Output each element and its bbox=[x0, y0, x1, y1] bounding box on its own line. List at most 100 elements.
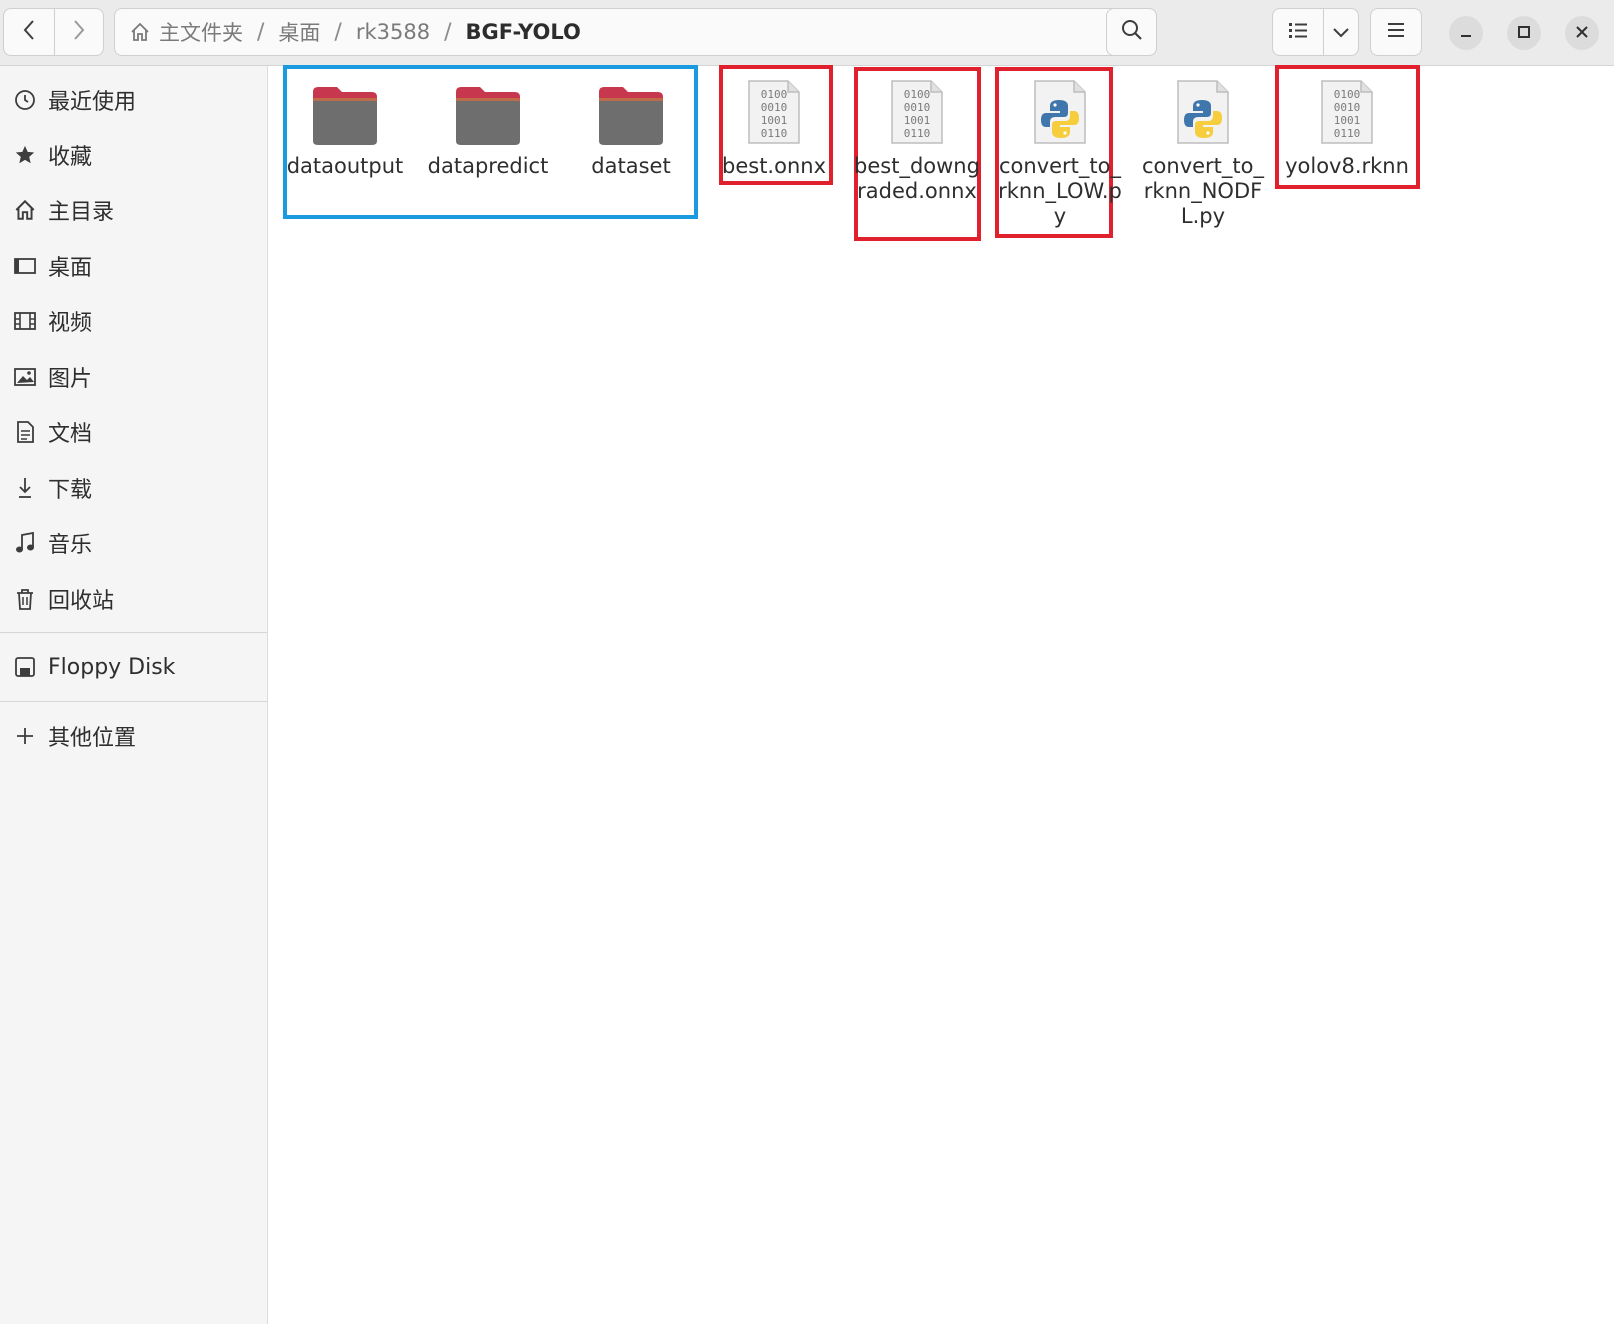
sidebar-item-label: 图片 bbox=[48, 367, 93, 392]
maximize-button[interactable] bbox=[1507, 16, 1541, 50]
breadcrumb-desktop[interactable]: 桌面 bbox=[278, 17, 320, 47]
chevron-left-icon bbox=[22, 19, 36, 45]
sidebar-item-label: 视频 bbox=[48, 311, 93, 336]
sidebar-item-music[interactable]: 音乐 bbox=[0, 518, 267, 568]
svg-text:0110: 0110 bbox=[904, 127, 931, 140]
svg-text:1001: 1001 bbox=[904, 114, 931, 127]
sidebar: 最近使用 收藏 主目录 桌面 视频 图片 文档 下载 音乐 回收站 Floppy… bbox=[0, 66, 268, 1324]
sidebar-item-recent[interactable]: 最近使用 bbox=[0, 75, 267, 125]
floppy-disk-icon bbox=[11, 653, 39, 681]
sidebar-item-desktop[interactable]: 桌面 bbox=[0, 241, 267, 291]
svg-text:1001: 1001 bbox=[761, 114, 788, 127]
sidebar-item-videos[interactable]: 视频 bbox=[0, 296, 267, 346]
list-view-icon bbox=[1287, 20, 1309, 44]
sidebar-item-label: 其他位置 bbox=[48, 726, 137, 751]
folder-icon bbox=[597, 76, 665, 146]
sidebar-item-starred[interactable]: 收藏 bbox=[0, 130, 267, 180]
hamburger-menu-icon bbox=[1386, 21, 1406, 43]
file-item-dataoutput[interactable]: dataoutput bbox=[280, 76, 410, 179]
file-item-best-downgraded-onnx[interactable]: 0100 0010 1001 0110 best_downgraded.onnx bbox=[852, 76, 982, 204]
main-menu-button[interactable] bbox=[1370, 8, 1422, 56]
file-name: datapredict bbox=[427, 154, 549, 178]
breadcrumb-current[interactable]: BGF-YOLO bbox=[466, 20, 581, 44]
search-button[interactable] bbox=[1106, 8, 1157, 56]
binary-file-icon: 0100 0010 1001 0110 bbox=[746, 76, 802, 146]
sidebar-item-home[interactable]: 主目录 bbox=[0, 185, 267, 235]
sidebar-divider bbox=[0, 632, 267, 633]
svg-text:0100: 0100 bbox=[761, 88, 788, 101]
music-icon bbox=[11, 529, 39, 557]
sidebar-item-label: 收藏 bbox=[48, 145, 93, 170]
file-item-convert-to-rknn-low[interactable]: convert_to_rknn_LOW.py bbox=[995, 76, 1125, 229]
document-icon bbox=[11, 418, 39, 446]
sidebar-item-floppy-disk[interactable]: Floppy Disk bbox=[0, 642, 267, 692]
file-item-best-onnx[interactable]: 0100 0010 1001 0110 best.onnx bbox=[709, 76, 839, 179]
file-item-convert-to-rknn-nodfl[interactable]: convert_to_rknn_NODFL.py bbox=[1138, 76, 1268, 229]
star-icon bbox=[11, 141, 39, 169]
plus-icon bbox=[11, 722, 39, 750]
sidebar-item-documents[interactable]: 文档 bbox=[0, 407, 267, 457]
file-item-dataset[interactable]: dataset bbox=[566, 76, 696, 179]
home-icon bbox=[11, 196, 39, 224]
breadcrumb-separator: / bbox=[444, 19, 452, 45]
forward-button[interactable] bbox=[53, 9, 104, 55]
image-icon bbox=[11, 363, 39, 391]
navigation-buttons bbox=[3, 8, 104, 56]
file-name: dataset bbox=[591, 154, 671, 178]
list-view-button[interactable] bbox=[1273, 9, 1324, 55]
python-file-icon bbox=[1175, 76, 1231, 146]
minimize-icon bbox=[1459, 24, 1473, 43]
download-icon bbox=[11, 474, 39, 502]
sidebar-item-label: 文档 bbox=[48, 422, 93, 447]
sidebar-item-downloads[interactable]: 下载 bbox=[0, 463, 267, 513]
breadcrumb-separator: / bbox=[257, 19, 265, 45]
sidebar-item-other-locations[interactable]: 其他位置 bbox=[0, 711, 267, 761]
home-icon bbox=[129, 21, 151, 43]
file-name: yolov8.rknn bbox=[1285, 154, 1409, 178]
close-button[interactable] bbox=[1565, 16, 1599, 50]
svg-text:0010: 0010 bbox=[761, 101, 788, 114]
svg-text:1001: 1001 bbox=[1334, 114, 1361, 127]
file-name: convert_to_rknn_LOW.py bbox=[998, 154, 1122, 228]
breadcrumb: 主文件夹 / 桌面 / rk3588 / BGF-YOLO bbox=[115, 9, 1110, 55]
file-name: best_downgraded.onnx bbox=[854, 154, 980, 203]
svg-text:0100: 0100 bbox=[1334, 88, 1361, 101]
breadcrumb-rk3588[interactable]: rk3588 bbox=[356, 20, 430, 44]
header-bar: 主文件夹 / 桌面 / rk3588 / BGF-YOLO bbox=[0, 0, 1614, 66]
breadcrumb-separator: / bbox=[334, 19, 342, 45]
file-item-datapredict[interactable]: datapredict bbox=[423, 76, 553, 179]
sidebar-item-label: 音乐 bbox=[48, 533, 93, 558]
folder-icon bbox=[311, 76, 379, 146]
back-button[interactable] bbox=[4, 9, 54, 55]
chevron-right-icon bbox=[72, 19, 86, 45]
sidebar-item-label: Floppy Disk bbox=[48, 654, 176, 680]
maximize-icon bbox=[1517, 24, 1531, 43]
python-file-icon bbox=[1032, 76, 1088, 146]
close-icon bbox=[1575, 24, 1589, 43]
search-icon bbox=[1120, 18, 1144, 46]
file-name: dataoutput bbox=[286, 154, 404, 178]
view-toggle-group bbox=[1272, 8, 1359, 56]
sidebar-item-label: 下载 bbox=[48, 478, 93, 503]
film-icon bbox=[11, 307, 39, 335]
svg-text:0100: 0100 bbox=[904, 88, 931, 101]
binary-file-icon: 0100 0010 1001 0110 bbox=[1319, 76, 1375, 146]
breadcrumb-home[interactable]: 主文件夹 bbox=[159, 17, 243, 47]
clock-icon bbox=[11, 86, 39, 114]
view-options-button[interactable] bbox=[1324, 9, 1358, 55]
sidebar-item-label: 桌面 bbox=[48, 256, 93, 281]
file-grid: dataoutput datapredict dataset 0100 0010… bbox=[268, 65, 1614, 1324]
sidebar-item-pictures[interactable]: 图片 bbox=[0, 352, 267, 402]
sidebar-item-trash[interactable]: 回收站 bbox=[0, 574, 267, 624]
folder-icon bbox=[454, 76, 522, 146]
sidebar-item-label: 回收站 bbox=[48, 589, 115, 614]
svg-text:0110: 0110 bbox=[1334, 127, 1361, 140]
trash-icon bbox=[11, 585, 39, 613]
file-name: convert_to_rknn_NODFL.py bbox=[1141, 154, 1264, 228]
svg-text:0010: 0010 bbox=[904, 101, 931, 114]
sidebar-item-label: 最近使用 bbox=[48, 90, 137, 115]
svg-text:0110: 0110 bbox=[761, 127, 788, 140]
minimize-button[interactable] bbox=[1449, 16, 1483, 50]
file-item-yolov8-rknn[interactable]: 0100 0010 1001 0110 yolov8.rknn bbox=[1282, 76, 1412, 179]
path-bar[interactable]: 主文件夹 / 桌面 / rk3588 / BGF-YOLO bbox=[114, 8, 1157, 56]
